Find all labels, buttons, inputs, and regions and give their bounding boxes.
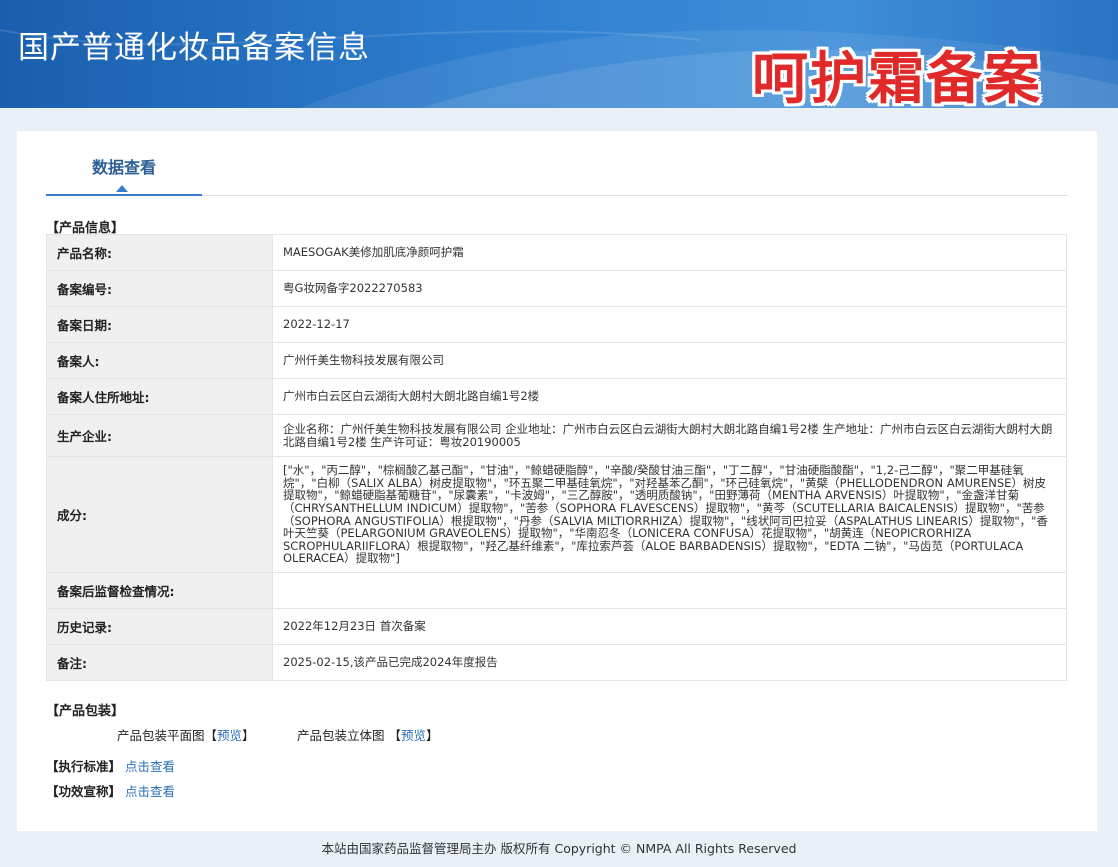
bracket-close: 】 <box>242 728 255 743</box>
packaging-solid-label: 产品包装立体图 <box>297 728 385 743</box>
table-row: 产品名称: MAESOGAK美修加肌底净颜呵护霜 <box>46 234 1067 271</box>
standard-label: 【执行标准】 <box>46 759 122 774</box>
field-value: ["水"，"丙二醇"，"棕榈酸乙基己酯"，"甘油"，"鲸蜡硬脂醇"，"辛酸/癸酸… <box>272 456 1067 573</box>
efficacy-view-link[interactable]: 点击查看 <box>125 784 175 799</box>
efficacy-label: 【功效宣称】 <box>46 784 122 799</box>
field-label: 生产企业: <box>46 414 273 457</box>
field-value: 粤G妆网备字2022270583 <box>272 270 1067 307</box>
field-label: 历史记录: <box>46 608 273 645</box>
packaging-flat-label: 产品包装平面图 <box>117 728 205 743</box>
product-info-table: 产品名称: MAESOGAK美修加肌底净颜呵护霜 备案编号: 粤G妆网备字202… <box>46 234 1067 681</box>
field-label: 备案后监督检查情况: <box>46 572 273 609</box>
packaging-solid-row: 产品包装立体图 【预览】 <box>297 725 439 744</box>
field-label: 备案人: <box>46 342 273 379</box>
bracket-close: 】 <box>426 728 439 743</box>
standard-view-link[interactable]: 点击查看 <box>125 759 175 774</box>
field-value: 2025-02-15,该产品已完成2024年度报告 <box>272 644 1067 681</box>
field-value: 广州市白云区白云湖街大朗村大朗北路自编1号2楼 <box>272 378 1067 415</box>
tab-bar: 数据查看 <box>46 158 1068 196</box>
efficacy-row: 【功效宣称】 点击查看 <box>46 781 175 800</box>
packaging-solid-preview-link[interactable]: 预览 <box>401 728 426 743</box>
bracket-open: 【 <box>204 728 218 743</box>
table-row: 备案日期: 2022-12-17 <box>46 306 1067 343</box>
table-row: 成分: ["水"，"丙二醇"，"棕榈酸乙基己酯"，"甘油"，"鲸蜡硬脂醇"，"辛… <box>46 456 1067 573</box>
field-label: 产品名称: <box>46 234 273 271</box>
tab-label: 数据查看 <box>91 158 156 177</box>
field-value: 2022-12-17 <box>272 306 1067 343</box>
field-value: MAESOGAK美修加肌底净颜呵护霜 <box>272 234 1067 271</box>
table-row: 备案人: 广州仟美生物科技发展有限公司 <box>46 342 1067 379</box>
field-value: 企业名称：广州仟美生物科技发展有限公司 企业地址：广州市白云区白云湖街大朗村大朗… <box>272 414 1067 457</box>
footer-copyright: 本站由国家药品监督管理局主办 版权所有 Copyright © NMPA All… <box>321 841 797 856</box>
table-row: 备案后监督检查情况: <box>46 572 1067 609</box>
field-label: 备注: <box>46 644 273 681</box>
page-title: 国产普通化妆品备案信息 <box>18 30 370 66</box>
field-value <box>272 572 1067 609</box>
field-label: 备案人住所地址: <box>46 378 273 415</box>
content-panel: 数据查看 【产品信息】 产品名称: MAESOGAK美修加肌底净颜呵护霜 备案编… <box>17 131 1097 831</box>
table-row: 备案人住所地址: 广州市白云区白云湖街大朗村大朗北路自编1号2楼 <box>46 378 1067 415</box>
table-row: 历史记录: 2022年12月23日 首次备案 <box>46 608 1067 645</box>
field-label: 备案编号: <box>46 270 273 307</box>
packaging-flat-row: 产品包装平面图【预览】 <box>117 725 255 744</box>
watermark-text: 呵护霜备案 <box>752 47 1042 108</box>
field-value: 2022年12月23日 首次备案 <box>272 608 1067 645</box>
tab-active-indicator <box>116 185 128 192</box>
standard-row: 【执行标准】 点击查看 <box>46 756 175 775</box>
field-label: 备案日期: <box>46 306 273 343</box>
field-label: 成分: <box>46 456 273 573</box>
field-value: 广州仟美生物科技发展有限公司 <box>272 342 1067 379</box>
table-row: 备注: 2025-02-15,该产品已完成2024年度报告 <box>46 644 1067 681</box>
table-row: 生产企业: 企业名称：广州仟美生物科技发展有限公司 企业地址：广州市白云区白云湖… <box>46 414 1067 457</box>
packaging-heading: 【产品包装】 <box>46 704 125 719</box>
table-row: 备案编号: 粤G妆网备字2022270583 <box>46 270 1067 307</box>
header-banner: 国产普通化妆品备案信息 呵护霜备案 <box>0 0 1118 108</box>
tab-data-view[interactable]: 数据查看 <box>46 158 202 196</box>
bracket-open: 【 <box>388 728 402 743</box>
packaging-flat-preview-link[interactable]: 预览 <box>217 728 242 743</box>
